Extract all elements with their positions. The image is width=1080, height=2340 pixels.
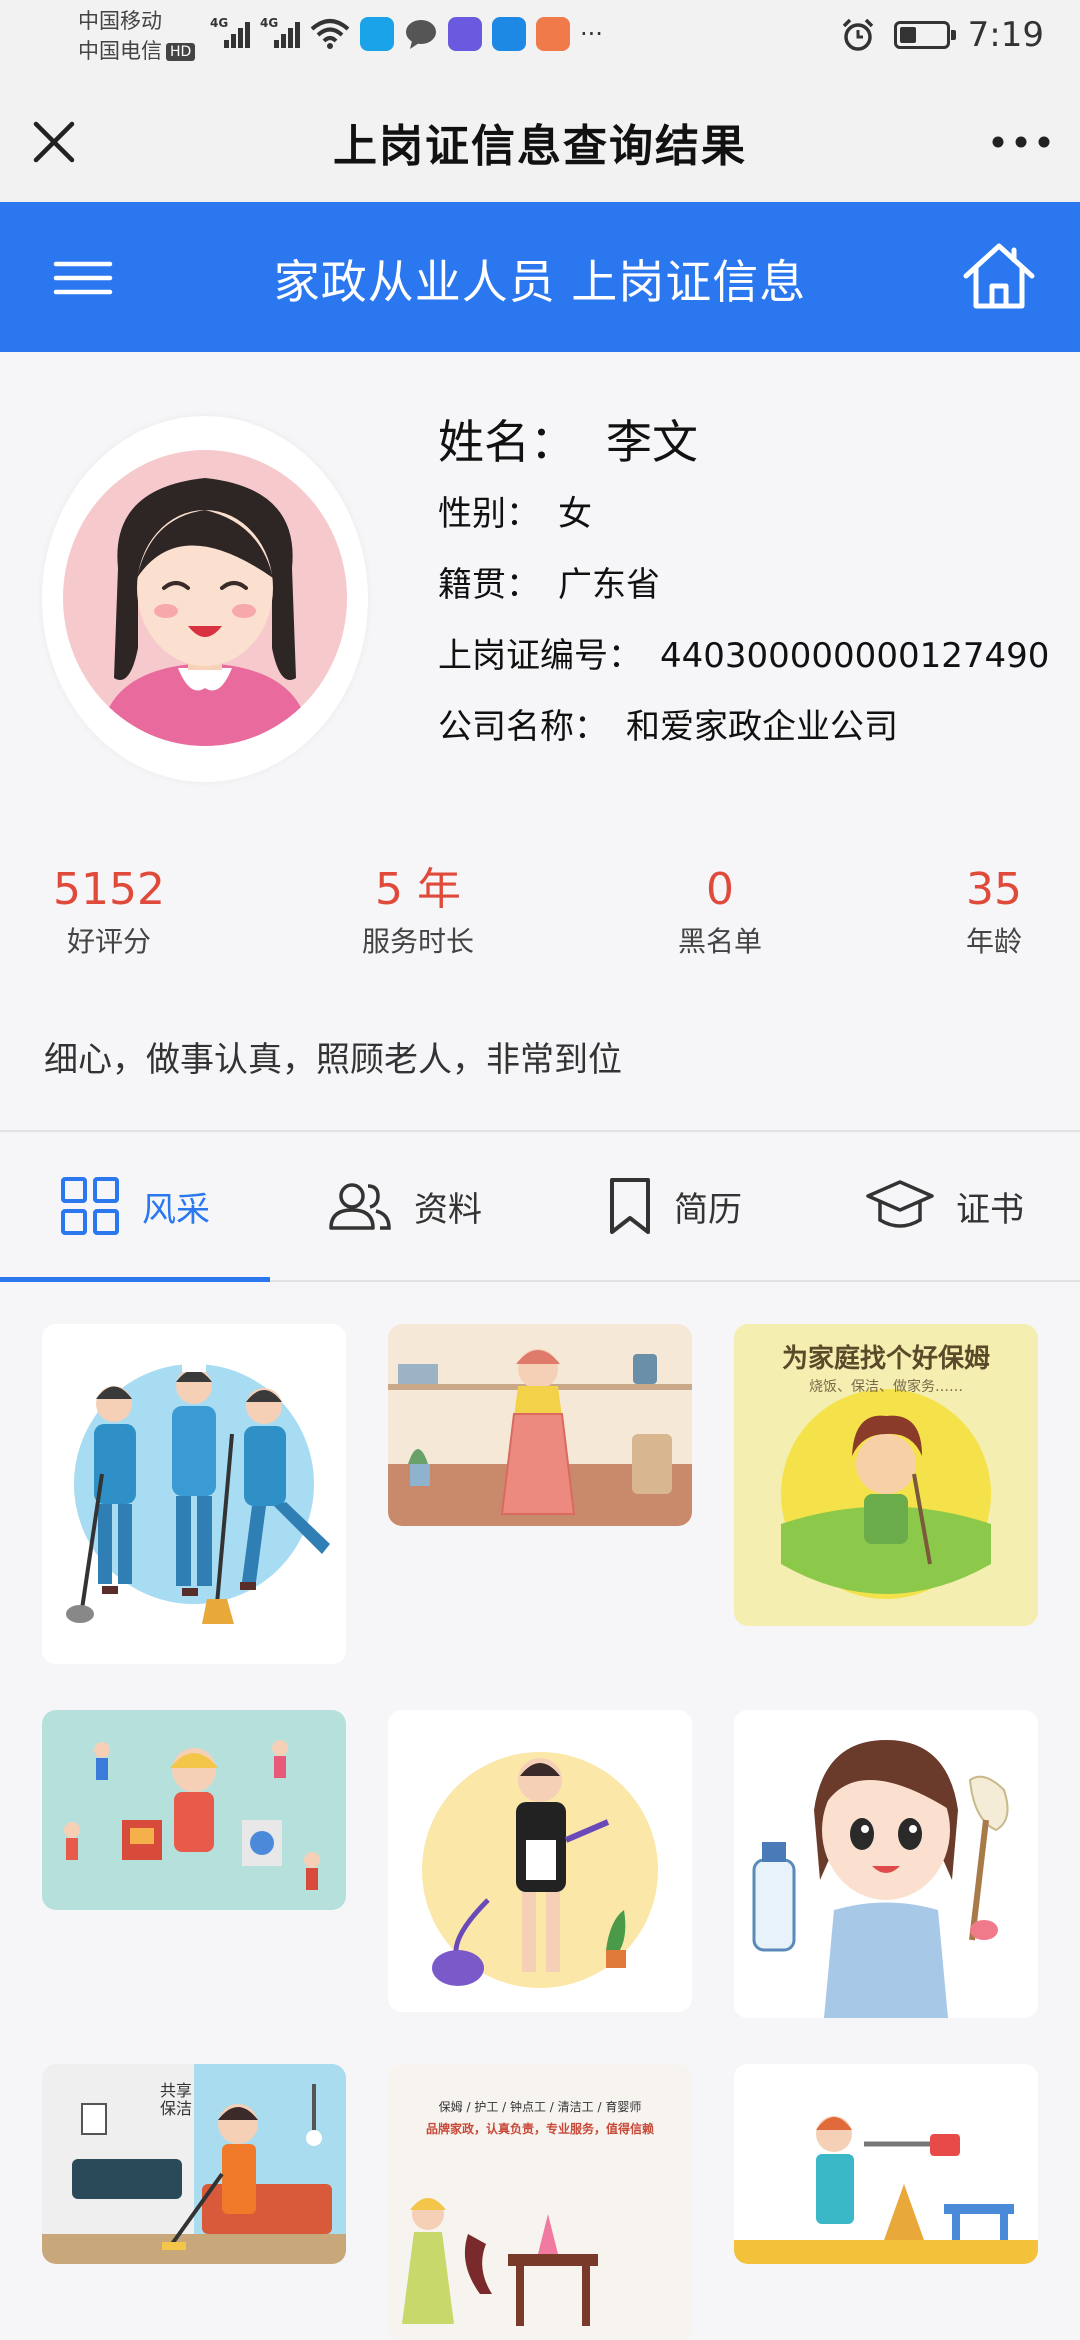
title-bar: 上岗证信息查询结果	[0, 70, 1080, 202]
home-icon[interactable]	[960, 238, 1038, 314]
chat-icon	[406, 20, 436, 49]
carrier-info: 中国移动 中国电信 HD	[78, 6, 196, 66]
gallery-photo-cleaning-team[interactable]	[42, 1324, 346, 1664]
shared-cleaning-illustration	[42, 2064, 346, 2264]
poster-subtitle: 烧饭、保洁、做家务……	[809, 1379, 963, 1395]
cleaner-illustration	[734, 1710, 1038, 2018]
carrier-2: 中国电信 HD	[78, 36, 196, 66]
gallery-photo-nanny-poster[interactable]: 为家庭找个好保姆 烧饭、保洁、做家务……	[734, 1324, 1038, 1626]
grid-icon	[61, 1177, 119, 1235]
weather-app-icon	[492, 17, 526, 51]
graduation-cap-icon	[866, 1180, 934, 1228]
tab-certificate[interactable]: 证书	[810, 1132, 1080, 1280]
tab-profile[interactable]: 资料	[270, 1132, 540, 1280]
alarm-icon	[842, 18, 873, 51]
status-bar: 中国移动 中国电信 HD 4G 4G ··· 7:19	[0, 0, 1080, 70]
avatar-frame	[42, 416, 368, 782]
tab-style[interactable]: 风采	[0, 1132, 270, 1282]
app-header: 家政从业人员 上岗证信息	[0, 202, 1080, 352]
signal-icon: 4G	[260, 16, 300, 52]
hd-badge: HD	[166, 43, 196, 61]
profile-info: 姓名： 李文 性别：女 籍贯： 广东省 上岗证编号： 4403000000001274…	[438, 412, 1049, 774]
tab-resume[interactable]: 简历	[540, 1132, 810, 1280]
page-title: 上岗证信息查询结果	[333, 121, 747, 172]
stat-blacklist: 0 黑名单	[677, 864, 762, 958]
gallery-photo-cleaning-tools[interactable]	[734, 2064, 1038, 2264]
cleaning-tools-illustration	[734, 2064, 1038, 2264]
gallery-photo-cleaner[interactable]	[734, 1710, 1038, 2018]
poster-text: 共享 保洁	[160, 2081, 193, 2118]
browser-app-icon	[360, 17, 394, 51]
gallery-photo-shared-cleaning[interactable]: 共享 保洁	[42, 2064, 346, 2264]
origin-value: 广东省	[558, 565, 660, 605]
gallery-photo-housekeeping-poster[interactable]: 保姆 / 护工 / 钟点工 / 清洁工 / 育婴师 品牌家政，认真负责，专业服务…	[388, 2064, 692, 2340]
photo-gallery: 为家庭找个好保姆 烧饭、保洁、做家务…… 共享 保洁 保姆 / 护工 / 钟点工…	[0, 1282, 1080, 2340]
stat-age: 35 年龄	[965, 864, 1022, 958]
users-icon	[329, 1183, 391, 1230]
gallery-photo-vacuum[interactable]	[388, 1710, 692, 2012]
cert-number: 440300000000127490	[660, 636, 1050, 676]
kitchen-illustration	[388, 1324, 692, 1526]
status-icons: 4G 4G ···	[210, 14, 603, 54]
stat-rating: 5152 好评分	[53, 864, 165, 958]
gallery-photo-multitask[interactable]	[42, 1710, 346, 1910]
header-title: 家政从业人员 上岗证信息	[273, 255, 807, 309]
tab-bar: 风采 资料 简历 证书	[0, 1130, 1080, 1282]
company-row: 公司名称： 和爱家政企业公司	[438, 707, 898, 747]
signal-icon: 4G	[210, 16, 250, 52]
study-app-icon	[448, 17, 482, 51]
poster-subtitle: 品牌家政，认真负责，专业服务，值得信赖	[425, 2122, 654, 2136]
name-row: 姓名： 李文	[438, 415, 698, 469]
gallery-photo-kitchen[interactable]	[388, 1324, 692, 1526]
carrier-1: 中国移动	[78, 9, 162, 33]
poster-title: 为家庭找个好保姆	[781, 1344, 990, 1374]
stat-service-years: 5 年 服务时长	[361, 864, 474, 958]
cleaning-team-illustration	[42, 1324, 346, 1664]
health-app-icon	[536, 17, 570, 51]
stats-row: 5152 好评分 5 年 服务时长 0 黑名单 35 年龄	[0, 862, 1080, 972]
status-right: 7:19	[840, 12, 1044, 58]
more-status-icon: ···	[580, 20, 603, 48]
company-name: 和爱家政企业公司	[626, 707, 898, 747]
battery-icon	[893, 21, 956, 49]
bookmark-icon	[610, 1178, 650, 1234]
origin-row: 籍贯： 广东省	[438, 565, 660, 605]
profile-description: 细心，做事认真，照顾老人，非常到位	[44, 1040, 622, 1080]
avatar	[63, 450, 347, 746]
vacuum-illustration	[388, 1710, 692, 2012]
name-value: 李文	[606, 415, 698, 469]
multitask-illustration	[42, 1710, 346, 1910]
wifi-icon	[310, 19, 350, 49]
cert-row: 上岗证编号： 440300000000127490	[438, 636, 1050, 676]
poster-title: 保姆 / 护工 / 钟点工 / 清洁工 / 育婴师	[438, 2100, 642, 2114]
clock: 7:19	[967, 15, 1044, 55]
profile-section: 姓名： 李文 性别：女 籍贯： 广东省 上岗证编号： 4403000000001274…	[0, 352, 1080, 1132]
more-options-icon[interactable]	[986, 112, 1056, 172]
gender-value: 女	[558, 494, 592, 534]
gender-row: 性别：女	[438, 494, 592, 534]
